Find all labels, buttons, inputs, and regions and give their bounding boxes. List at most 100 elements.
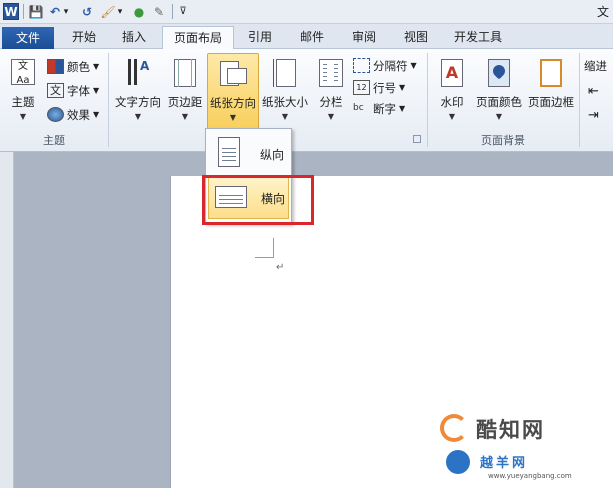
size-icon (271, 57, 299, 89)
page-borders-label: 页面边框 (528, 95, 574, 109)
watermark-site-name-2: 越羊网 (480, 456, 529, 471)
theme-colors-button[interactable]: 颜色 ▼ (47, 56, 99, 77)
page-background-group-label: 页面背景 (481, 134, 525, 147)
site-watermark: 酷知网 越羊网 www.yueyangbang.com (438, 412, 603, 484)
chevron-down-icon: ▼ (19, 112, 27, 121)
tab-home[interactable]: 开始 (62, 26, 106, 49)
tab-insert[interactable]: 插入 (112, 26, 156, 49)
word-logo-icon[interactable]: W (3, 3, 19, 20)
page-color-button[interactable]: 页面颜色 ▼ (474, 53, 524, 125)
page-setup-launcher-icon[interactable] (413, 135, 421, 143)
theme-effects-label: 效果 (67, 107, 90, 122)
themes-button[interactable]: 文 Aa 主题 ▼ (4, 53, 42, 125)
breaks-button[interactable]: 分隔符 ▼ (353, 55, 417, 76)
redo-icon[interactable]: ↺ (80, 3, 94, 20)
watermark-icon: A (438, 57, 466, 89)
chevron-down-icon: ▼ (399, 83, 406, 92)
themes-group-label: 主题 (43, 134, 65, 147)
watermark-logo-icon (440, 414, 468, 442)
wifi-logo-icon (446, 450, 470, 474)
group-separator (108, 53, 109, 147)
themes-icon: 文 Aa (9, 57, 37, 89)
quick-access-toolbar: W 💾 ↶ ▾ ↺ 🖌 ▾ ● ✎ ⊽ 文 (0, 0, 613, 24)
chevron-down-icon: ▼ (93, 86, 100, 95)
orientation-label: 纸张方向 (210, 96, 256, 110)
crop-mark (255, 257, 273, 258)
fonts-icon: 文 (47, 83, 64, 98)
menu-item-portrait[interactable]: 纵向 (208, 133, 289, 175)
tab-review[interactable]: 审阅 (344, 26, 384, 49)
format-painter-icon[interactable]: 🖌 (100, 3, 116, 20)
chevron-down-icon: ▼ (134, 112, 142, 121)
colors-icon (47, 59, 64, 74)
ribbon: 文 Aa 主题 ▼ 颜色 ▼ 文 字体 ▼ 效果 ▼ 主题 A 文字方向 ▼ 页… (0, 49, 613, 152)
size-label: 纸张大小 (262, 95, 308, 109)
qat-separator (23, 4, 24, 19)
chevron-down-icon: ▼ (495, 112, 503, 121)
paragraph-mark: ↵ (276, 262, 285, 273)
indent-left-icon[interactable]: ⇤ (588, 81, 599, 102)
margins-icon (171, 57, 199, 89)
page-color-icon (485, 57, 513, 89)
hyphenation-button[interactable]: bc 断字 ▼ (353, 98, 405, 119)
margins-button[interactable]: 页边距 ▼ (165, 53, 205, 125)
text-direction-button[interactable]: A 文字方向 ▼ (113, 53, 163, 125)
margins-label: 页边距 (167, 95, 203, 109)
highlight-annotation-box (202, 175, 314, 225)
columns-icon (317, 57, 345, 89)
group-separator (579, 53, 580, 147)
watermark-button[interactable]: A 水印 ▼ (433, 53, 471, 125)
tab-mailings[interactable]: 邮件 (292, 26, 332, 49)
tab-file[interactable]: 文件 (2, 27, 54, 49)
chevron-down-icon: ▼ (93, 62, 100, 71)
line-numbers-button[interactable]: 12 行号 ▼ (353, 77, 405, 98)
tab-developer[interactable]: 开发工具 (446, 26, 510, 49)
portrait-page-icon (218, 137, 244, 169)
color-wheel-icon[interactable]: ● (132, 3, 146, 20)
chevron-down-icon: ▼ (399, 104, 406, 113)
theme-colors-label: 颜色 (67, 59, 90, 74)
chevron-down-icon: ▼ (181, 112, 189, 121)
watermark-label: 水印 (440, 95, 464, 109)
chevron-down-icon: ▼ (448, 112, 456, 121)
size-button[interactable]: 纸张大小 ▼ (260, 53, 310, 125)
chevron-down-icon: ▼ (281, 112, 289, 121)
hyphenation-icon: bc (353, 103, 364, 113)
orientation-icon (219, 58, 247, 90)
watermark-url: www.yueyangbang.com (488, 472, 572, 480)
format-dropdown-icon[interactable]: ▾ (116, 3, 124, 20)
window-title: 文 (596, 5, 609, 19)
indent-right-icon[interactable]: ⇥ (588, 105, 599, 126)
tab-page-layout[interactable]: 页面布局 (162, 26, 234, 50)
tab-references[interactable]: 引用 (240, 26, 280, 49)
line-numbers-icon: 12 (353, 80, 370, 95)
page-borders-button[interactable]: 页面边框 (526, 53, 576, 125)
ribbon-tabs: 文件 开始 插入 页面布局 引用 邮件 审阅 视图 开发工具 (0, 24, 613, 50)
watermark-site-name: 酷知网 (476, 418, 545, 442)
columns-button[interactable]: 分栏 ▼ (313, 53, 349, 125)
themes-label: 主题 (11, 95, 35, 109)
theme-effects-button[interactable]: 效果 ▼ (47, 104, 99, 125)
vertical-ruler (0, 152, 14, 488)
chevron-down-icon: ▼ (229, 113, 237, 122)
qat-separator (172, 4, 173, 19)
text-direction-label: 文字方向 (115, 95, 161, 109)
theme-fonts-button[interactable]: 文 字体 ▼ (47, 80, 99, 101)
customize-qat-icon[interactable]: ⊽ (177, 3, 189, 20)
page-borders-icon (537, 57, 565, 89)
undo-icon[interactable]: ↶ (48, 3, 62, 20)
page-color-label: 页面颜色 (476, 95, 522, 109)
orientation-button[interactable]: 纸张方向 ▼ (207, 53, 259, 131)
crop-mark (273, 238, 274, 258)
chevron-down-icon: ▼ (327, 112, 335, 121)
save-icon[interactable]: 💾 (28, 3, 44, 20)
eraser-icon[interactable]: ✎ (152, 3, 166, 20)
tab-view[interactable]: 视图 (396, 26, 436, 49)
undo-dropdown-icon[interactable]: ▾ (62, 3, 70, 20)
breaks-icon (353, 58, 370, 73)
columns-label: 分栏 (319, 95, 343, 109)
portrait-label: 纵向 (260, 147, 285, 162)
theme-fonts-label: 字体 (67, 83, 90, 98)
line-numbers-label: 行号 (373, 80, 396, 95)
chevron-down-icon: ▼ (93, 110, 100, 119)
